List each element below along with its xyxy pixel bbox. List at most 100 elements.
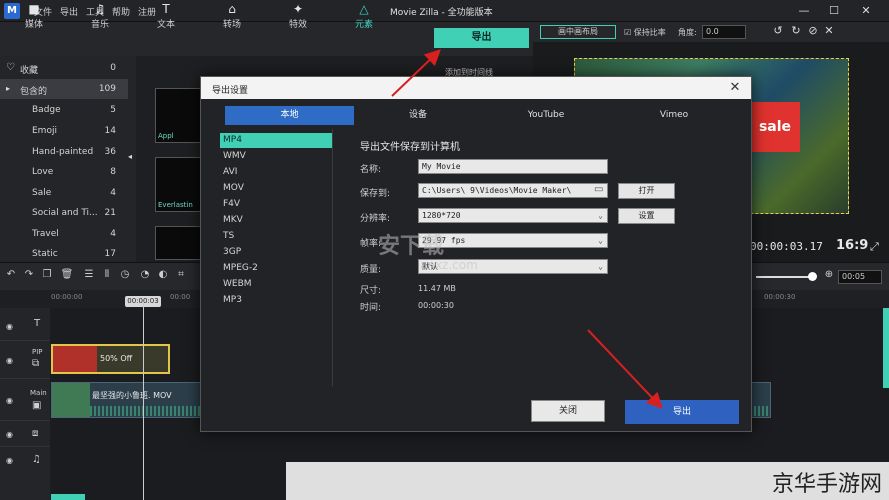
reset-icon[interactable]: ✕ [822,24,836,38]
copy-icon[interactable]: ❐ [40,268,54,282]
toolbar-music[interactable]: ♫ 音乐 [70,2,130,32]
minimize-button[interactable]: — [790,3,818,19]
sidebar-item-travel[interactable]: Travel 4 [0,224,128,244]
redo-icon[interactable]: ↷ [22,268,36,282]
zoom-select[interactable]: 00:05 [838,270,882,284]
dialog-close-button[interactable]: ✕ [726,79,744,97]
sale-sticker[interactable]: sale [750,102,800,152]
dialog-title: 导出设置 [212,86,249,96]
speed-icon[interactable]: ◔ [138,268,152,282]
sidebar-item-social[interactable]: Social and Ti... 21 [0,203,128,223]
dialog-export-button[interactable]: 导出 [625,400,739,424]
track-visibility-icon[interactable]: ◉ [6,322,13,331]
split-icon[interactable]: ⫴ [100,268,114,282]
pip-layout-button[interactable]: 画中画布局 [540,25,616,39]
horizontal-scrollbar[interactable] [51,494,85,500]
format-avi[interactable]: AVI [220,165,332,180]
toolbar-media[interactable]: ■ 媒体 [4,2,64,32]
chevron-down-icon: ⌄ [598,262,603,271]
track-mute-icon[interactable]: ◉ [6,456,13,465]
crop-icon[interactable]: ⌗ [174,268,188,282]
format-mp4[interactable]: MP4 [220,133,332,148]
sidebar-item-emoji[interactable]: Emoji 14 [0,121,128,141]
pip-clip-thumbnail [53,346,97,372]
undo-icon[interactable]: ↶ [4,268,18,282]
music-icon: ♫ [32,454,41,465]
video-icon: ▣ [32,400,42,411]
close-window-button[interactable]: ✕ [852,3,880,19]
sidebar-item-love[interactable]: Love 8 [0,162,128,182]
duration-icon[interactable]: ◷ [118,268,132,282]
maximize-button[interactable]: ☐ [820,3,848,19]
element-thumb-1[interactable]: Appl [155,88,205,143]
keep-ratio-checkbox[interactable]: ☑ 保持比率 [624,27,666,38]
chevron-down-icon: ⌄ [598,211,603,220]
element-thumb-3[interactable] [155,226,205,260]
tab-local[interactable]: 本地 [225,106,354,125]
aspect-ratio-button[interactable]: 16:9 [836,238,868,253]
heart-icon: ♡ [6,62,15,73]
track-mute-icon[interactable]: ◉ [6,396,13,405]
preview-timecode: 00:00:03.17 [750,240,823,253]
vertical-scrollbar[interactable] [883,308,889,388]
main-clip-label: 最坚强的小鲁班. MOV [92,391,172,400]
element-thumb-2[interactable]: Everlastin [155,157,205,212]
settings-button[interactable]: 设置 [618,208,675,224]
overlay-icon: ⧈ [32,428,39,439]
collapse-sidebar-icon[interactable]: ◂ [128,152,132,161]
format-3gp[interactable]: 3GP [220,245,332,260]
toolbar-effects[interactable]: ✦ 特效 [268,2,328,32]
export-button[interactable]: 导出 [434,28,529,48]
text-icon: T [162,2,170,16]
track-divider [0,420,50,421]
name-input[interactable]: My Movie [418,159,608,174]
tab-youtube[interactable]: YouTube [484,106,608,125]
format-mov[interactable]: MOV [220,181,332,196]
zoom-slider[interactable] [756,276,814,278]
sidebar-item-favorites[interactable]: ♡ 收藏 0 [0,58,128,78]
format-wmv[interactable]: WMV [220,149,332,164]
delete-icon[interactable]: 🗑 [60,268,74,282]
sidebar-item-sale[interactable]: Sale 4 [0,183,128,203]
properties-icon[interactable]: ☰ [82,268,96,282]
browse-folder-icon[interactable]: ▭ [594,184,608,196]
format-f4v[interactable]: F4V [220,197,332,212]
playhead-line[interactable] [143,302,144,500]
toolbar-transition[interactable]: ⌂ 转场 [202,2,262,32]
save-path-input[interactable]: C:\Users\ 9\Videos\Movie Maker\ [418,183,608,198]
sidebar-item-hand-painted[interactable]: Hand-painted 36 [0,142,128,162]
tab-device[interactable]: 设备 [356,106,480,125]
track-visibility-icon[interactable]: ◉ [6,356,13,365]
window-title: Movie Zilla - 全功能版本 [390,8,493,18]
resolution-label: 分辨率: [360,214,391,224]
format-ts[interactable]: TS [220,229,332,244]
angle-input[interactable]: 0.0 [702,25,746,39]
ruler-tick: 00:00:30 [764,293,796,301]
toolbar-text[interactable]: T 文本 [136,2,196,32]
track-divider [0,378,50,379]
fullscreen-icon[interactable]: ⤢ [870,240,879,254]
format-webm[interactable]: WEBM [220,277,332,292]
zoom-icon[interactable]: ⊕ [822,268,836,282]
sidebar-item-static[interactable]: Static 17 [0,244,128,264]
track-visibility-icon[interactable]: ◉ [6,430,13,439]
pip-track-label: PIP [32,348,43,356]
toolbar-elements[interactable]: △ 元素 [334,2,394,32]
tab-vimeo[interactable]: Vimeo [612,106,736,125]
resolution-select[interactable]: 1280*720 ⌄ [418,208,608,223]
format-mkv[interactable]: MKV [220,213,332,228]
rotate-right-icon[interactable]: ↻ [789,24,803,38]
pip-icon: ⧉ [32,358,40,369]
size-value: 11.47 MB [418,284,456,293]
dialog-cancel-button[interactable]: 关闭 [531,400,605,422]
format-mp3[interactable]: MP3 [220,293,332,308]
sidebar-item-badge[interactable]: Badge 5 [0,100,128,120]
open-folder-button[interactable]: 打开 [618,183,675,199]
folder-icon: ■ [28,2,40,16]
rotate-left-icon[interactable]: ↺ [771,24,785,38]
color-icon[interactable]: ◐ [156,268,170,282]
sidebar-item-included[interactable]: ▸ 包含的 109 [0,79,128,99]
format-mpeg2[interactable]: MPEG-2 [220,261,332,276]
flip-icon[interactable]: ⊘ [806,24,820,38]
zoom-slider-handle[interactable] [808,272,817,281]
